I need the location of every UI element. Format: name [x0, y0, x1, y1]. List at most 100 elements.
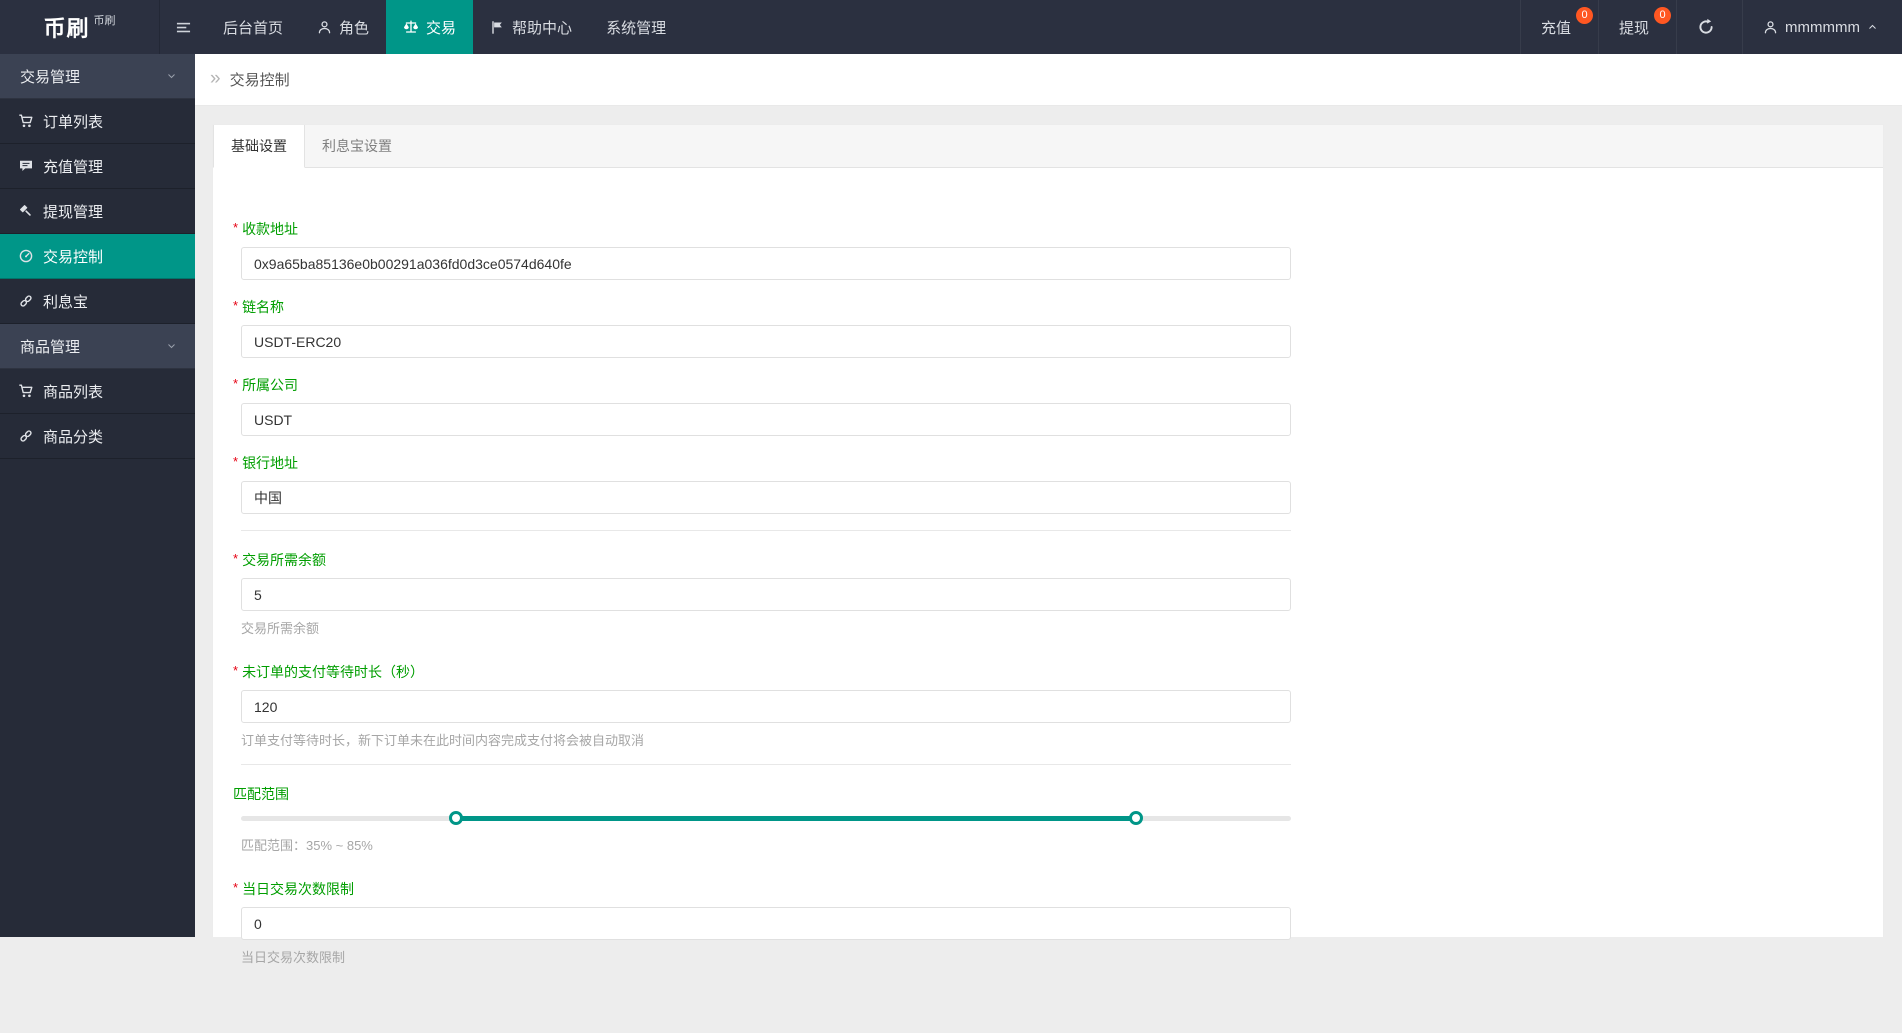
sidebar-item-label: 交易控制: [43, 248, 104, 266]
app-logo-subtitle: 币刷: [93, 15, 116, 27]
sidebar-item-5[interactable]: 利息宝: [0, 279, 195, 324]
app-logo[interactable]: 币刷 币刷: [0, 0, 160, 54]
settings-form: *收款地址*链名称*所属公司*银行地址*交易所需余额交易所需余额*未订单的支付等…: [213, 168, 1883, 1033]
sidebar-item-1[interactable]: 订单列表: [0, 99, 195, 144]
field-label: * 所属公司: [233, 377, 1883, 394]
field-input-7[interactable]: [241, 907, 1291, 940]
field-input-0[interactable]: [241, 247, 1291, 280]
sidebar-item-label: 商品分类: [43, 428, 104, 446]
form-field-0: * 收款地址: [233, 221, 1883, 280]
chevron-down-icon: [166, 72, 177, 80]
chevron-up-icon: [1867, 23, 1878, 31]
topbar: 币刷 币刷 后台首页 角色 交易 帮助中心 系统管理 充值 0 提现 0 mmmmmm: [0, 0, 1902, 54]
nav-item-2[interactable]: 交易: [386, 0, 474, 54]
flag-icon: [490, 20, 505, 35]
gauge-icon: [18, 248, 34, 264]
form-field-1: * 链名称: [233, 299, 1883, 358]
tab-0[interactable]: 基础设置: [213, 125, 305, 168]
collapse-sidebar-button[interactable]: [160, 0, 206, 54]
field-input-3[interactable]: [241, 481, 1291, 514]
form-field-7: *当日交易次数限制当日交易次数限制: [233, 881, 1883, 965]
username: mmmmmm: [1785, 18, 1860, 36]
sidebar-group-0[interactable]: 交易管理: [0, 54, 195, 99]
sidebar-item-label: 商品列表: [43, 383, 104, 401]
withdraw-label: 提现: [1619, 19, 1650, 37]
nav-item-0[interactable]: 后台首页: [206, 0, 300, 54]
field-label-text: 未订单的支付等待时长（秒）: [242, 664, 425, 680]
link-icon: [18, 293, 34, 309]
field-help-text: 当日交易次数限制: [241, 950, 346, 965]
required-asterisk: *: [233, 551, 239, 566]
required-asterisk: *: [233, 880, 239, 895]
nav-item-label: 系统管理: [606, 19, 667, 37]
tab-bar: 基础设置 利息宝设置: [213, 125, 1883, 168]
sidebar-item-2[interactable]: 充值管理: [0, 144, 195, 189]
breadcrumb: » 交易控制: [195, 54, 1902, 106]
sidebar-item-label: 充值管理: [43, 158, 104, 176]
sidebar-group-6[interactable]: 商品管理: [0, 324, 195, 369]
form-divider: [241, 530, 1291, 531]
page-title: 交易控制: [229, 72, 290, 89]
link-icon: [18, 428, 34, 444]
user-icon: [317, 20, 332, 35]
main-area: » 交易控制 基础设置利息宝设置 *收款地址*链名称*所属公司*银行地址*交易所…: [195, 54, 1902, 965]
settings-card: 基础设置利息宝设置 *收款地址*链名称*所属公司*银行地址*交易所需余额交易所需…: [212, 124, 1884, 965]
nav-item-4[interactable]: 系统管理: [589, 0, 683, 54]
field-label: * 交易所需余额: [233, 551, 1883, 569]
nav-item-label: 帮助中心: [512, 19, 573, 37]
sidebar-item-4[interactable]: 交易控制: [0, 234, 195, 279]
nav-item-label: 后台首页: [223, 19, 284, 37]
nav-item-1[interactable]: 角色: [300, 0, 386, 54]
field-help-text: 交易所需余额: [241, 621, 320, 636]
sidebar-group-label: 交易管理: [20, 68, 81, 86]
form-field-5: *未订单的支付等待时长（秒） 订单支付等待时长，新下订单未在此时间内容完成支付将会…: [233, 664, 1883, 748]
form-field-6: 匹配范围 匹配范围：35% ~ 85%: [233, 786, 1883, 853]
field-label-text: 当日交易次数限制: [242, 881, 355, 897]
sidebar-item-label: 订单列表: [43, 113, 104, 131]
nav-item-3[interactable]: 帮助中心: [473, 0, 589, 54]
field-input-2[interactable]: [241, 403, 1291, 436]
tab-1[interactable]: 利息宝设置: [305, 125, 409, 167]
field-label: * 链名称: [233, 299, 1883, 316]
field-help-text: 订单支付等待时长，新下订单未在此时间内容完成支付将会被自动取消: [241, 733, 645, 748]
user-menu[interactable]: mmmmmm: [1742, 0, 1902, 54]
form-divider: [241, 764, 1291, 765]
recharge-label: 充值: [1540, 19, 1571, 37]
sidebar-item-8[interactable]: 商品分类: [0, 414, 195, 459]
gavel-icon: [18, 203, 34, 219]
recharge-button[interactable]: 充值 0: [1519, 0, 1598, 54]
scales-icon: [403, 19, 419, 35]
field-label: * 收款地址: [233, 221, 1883, 238]
required-asterisk: *: [233, 663, 239, 678]
sidebar-group-label: 商品管理: [20, 338, 81, 356]
field-label-text: 收款地址: [242, 221, 299, 237]
sidebar: 交易管理订单列表充值管理提现管理交易控制利息宝商品管理商品列表商品分类: [0, 54, 195, 937]
refresh-icon: [1697, 18, 1715, 36]
breadcrumb-icon: »: [210, 67, 221, 89]
field-label-text: 交易所需余额: [242, 552, 327, 568]
slider-handle-min[interactable]: [449, 811, 464, 825]
refresh-button[interactable]: [1676, 0, 1742, 54]
slider-track[interactable]: [241, 811, 1291, 825]
nav-item-label: 交易: [426, 19, 457, 37]
hamburger-icon: [175, 20, 192, 35]
field-label-text: 链名称: [242, 299, 285, 315]
sidebar-item-7[interactable]: 商品列表: [0, 369, 195, 414]
nav-item-label: 角色: [339, 19, 370, 37]
app-logo-title: 币刷: [43, 16, 90, 41]
field-input-5[interactable]: [241, 690, 1291, 723]
slider-fill: [456, 815, 1136, 821]
field-input-1[interactable]: [241, 325, 1291, 358]
field-input-4[interactable]: [241, 578, 1291, 611]
field-help-text: 匹配范围：35% ~ 85%: [241, 838, 373, 853]
field-label: * 银行地址: [233, 455, 1883, 472]
sidebar-item-3[interactable]: 提现管理: [0, 189, 195, 234]
range-slider[interactable]: [241, 808, 1291, 828]
form-field-4: *交易所需余额交易所需余额: [233, 552, 1883, 636]
user-icon: [1763, 20, 1778, 35]
form-field-3: * 银行地址: [233, 455, 1883, 514]
slider-handle-max[interactable]: [1128, 811, 1143, 825]
field-label: * 当日交易次数限制: [233, 880, 1883, 898]
topbar-nav: 后台首页 角色 交易 帮助中心 系统管理: [206, 0, 683, 54]
withdraw-button[interactable]: 提现 0: [1598, 0, 1676, 54]
